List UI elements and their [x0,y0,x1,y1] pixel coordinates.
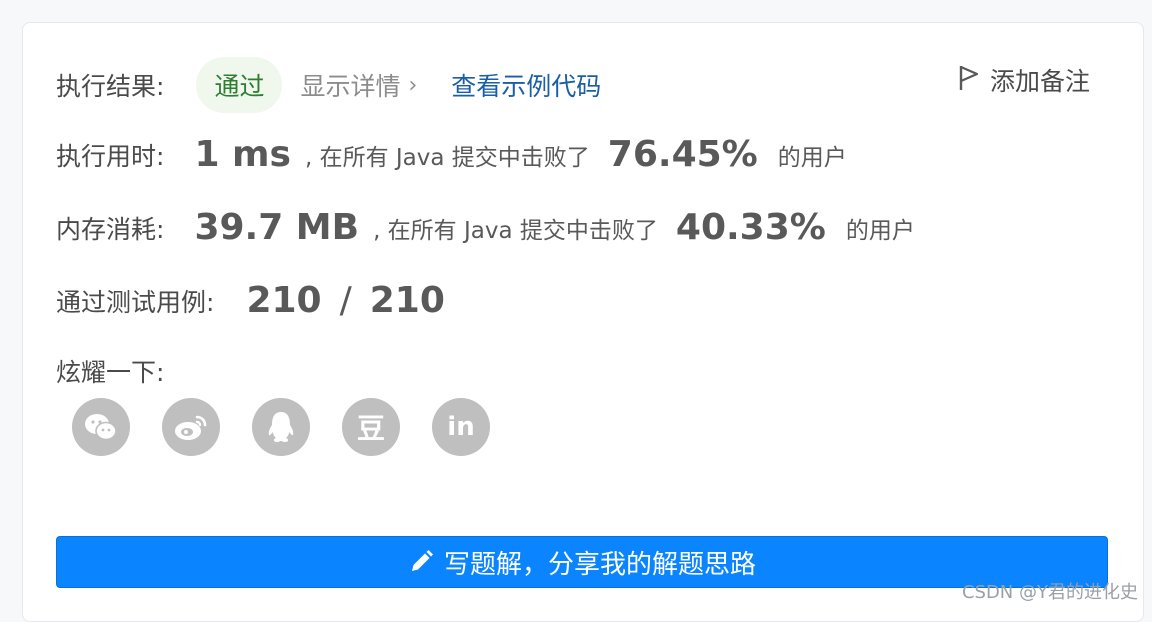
result-label: 执行结果: [56,72,165,101]
qq-icon[interactable] [252,398,310,456]
weibo-icon[interactable] [162,398,220,456]
testcases-label: 通过测试用例: [56,287,215,317]
linkedin-icon[interactable]: in [432,398,490,456]
runtime-label: 执行用时: [56,141,165,171]
write-solution-button[interactable]: 写题解，分享我的解题思路 [56,536,1108,588]
chevron-right-icon: › [408,72,418,98]
view-sample-code-link[interactable]: 查看示例代码 [451,67,601,103]
runtime-beat-text: , 在所有 Java 提交中击败了 [304,144,590,171]
memory-label: 内存消耗: [56,214,165,244]
douban-icon[interactable]: 豆 [342,398,400,456]
share-icons: 豆 in [72,398,522,456]
add-note-label: 添加备注 [989,67,1090,96]
result-row: 执行结果: 通过 显示详情 › 查看示例代码 [56,57,601,113]
add-note-button[interactable]: 添加备注 [958,62,1090,98]
testcases-passed: 210 [246,280,322,321]
douban-glyph: 豆 [356,412,385,445]
runtime-value: 1 ms [194,134,291,175]
testcases-row: 通过测试用例: 210 / 210 [56,280,445,321]
runtime-row: 执行用时: 1 ms , 在所有 Java 提交中击败了 76.45% 的用户 [56,134,847,175]
memory-row: 内存消耗: 39.7 MB , 在所有 Java 提交中击败了 40.33% 的… [56,207,915,248]
share-row: 炫耀一下: [56,353,164,389]
write-solution-label: 写题解，分享我的解题思路 [443,549,756,580]
pencil-icon [408,549,434,575]
memory-suffix: 的用户 [845,217,915,244]
memory-percent: 40.33% [675,207,826,248]
testcases-separator: / [339,280,352,321]
memory-value: 39.7 MB [194,207,360,248]
show-details-label: 显示详情 [300,72,401,101]
wechat-icon[interactable] [72,398,130,456]
status-badge: 通过 [196,57,283,113]
show-details-link[interactable]: 显示详情 › [300,67,417,103]
flag-icon [958,64,980,96]
runtime-percent: 76.45% [607,134,758,175]
linkedin-glyph: in [447,412,475,442]
watermark: CSDN @Y君的进化史 [961,582,1138,603]
memory-beat-text: , 在所有 Java 提交中击败了 [373,217,658,244]
testcases-total: 210 [369,280,445,321]
runtime-suffix: 的用户 [777,144,847,171]
share-label: 炫耀一下: [56,358,165,387]
